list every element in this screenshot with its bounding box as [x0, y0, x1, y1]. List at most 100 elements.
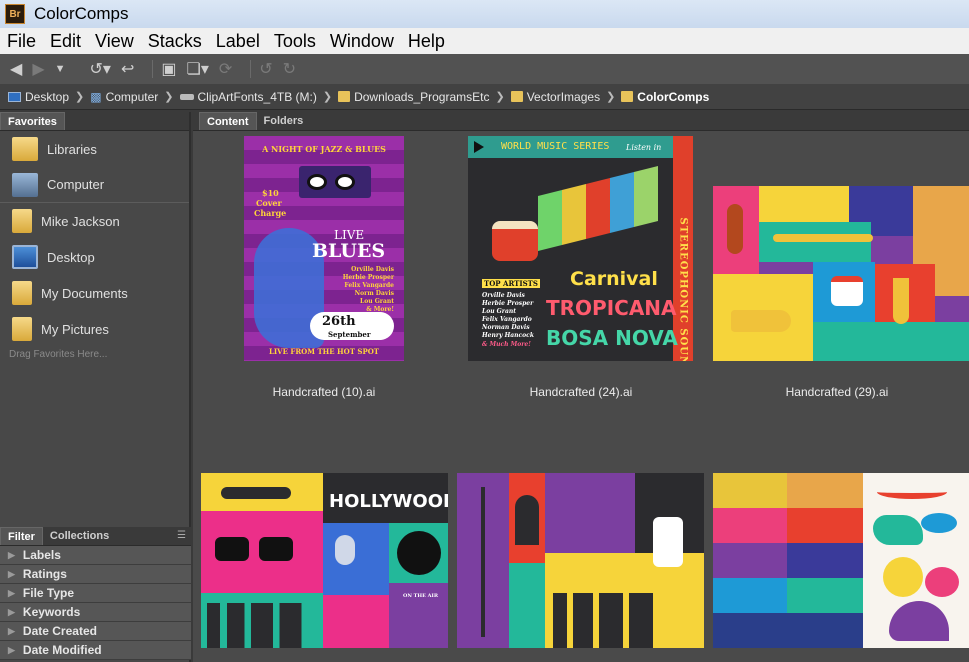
- pattern-block: [787, 578, 863, 613]
- thumbnail-caption: Handcrafted (24).ai: [529, 385, 633, 399]
- collage-block: [759, 186, 849, 222]
- thumbnail-handcrafted-24[interactable]: WORLD MUSIC SERIES Listen in STEREOPHONI…: [468, 136, 693, 361]
- expand-triangle-icon: ▶: [8, 549, 15, 560]
- filter-keywords[interactable]: ▶ Keywords: [0, 603, 191, 622]
- tab-filter[interactable]: Filter: [0, 527, 43, 545]
- breadcrumb-colorcomps[interactable]: ColorComps: [621, 90, 709, 104]
- get-photos-camera-icon[interactable]: ▣: [161, 59, 176, 79]
- filter-date-modified[interactable]: ▶ Date Modified: [0, 641, 191, 660]
- favorite-desktop[interactable]: Desktop: [0, 239, 189, 275]
- open-in-camera-raw-icon[interactable]: ⟳: [219, 59, 232, 79]
- cover-label: Cover: [256, 198, 282, 208]
- menu-help[interactable]: Help: [408, 31, 445, 52]
- pattern-block: [713, 578, 787, 613]
- favorites-tab-row: Favorites: [0, 112, 189, 131]
- panel-menu-icon[interactable]: ☰: [177, 530, 186, 541]
- reveal-recent-icon[interactable]: ↺▾: [90, 59, 111, 79]
- menu-edit[interactable]: Edit: [50, 31, 81, 52]
- menu-window[interactable]: Window: [330, 31, 394, 52]
- breadcrumb-arrow-icon[interactable]: ❯: [495, 90, 504, 103]
- expand-triangle-icon: ▶: [8, 644, 15, 655]
- saxophone-graphic: [893, 278, 909, 324]
- breadcrumb-vectorimages[interactable]: VectorImages: [510, 90, 600, 104]
- window-title: ColorComps: [34, 4, 129, 23]
- favorite-my-documents[interactable]: My Documents: [0, 275, 189, 311]
- poster-headline: A NIGHT OF JAZZ & BLUES: [262, 144, 386, 154]
- breadcrumb-downloads[interactable]: Downloads_ProgramsEtc: [338, 90, 489, 104]
- breadcrumb-arrow-icon[interactable]: ❯: [606, 90, 615, 103]
- breadcrumb-label: Desktop: [25, 89, 70, 104]
- favorite-label: Computer: [47, 177, 105, 192]
- computer-icon: ▩: [90, 89, 102, 104]
- artist-1: Orville Davis: [351, 266, 394, 273]
- pattern-block: [713, 508, 787, 543]
- filter-label: Date Created: [22, 624, 97, 638]
- filter-ratings[interactable]: ▶ Ratings: [0, 565, 191, 584]
- poster-blues: BLUES: [312, 240, 386, 262]
- menu-stacks[interactable]: Stacks: [148, 31, 202, 52]
- menu-label[interactable]: Label: [216, 31, 260, 52]
- filter-label: Labels: [22, 548, 61, 562]
- filter-labels[interactable]: ▶ Labels: [0, 546, 191, 565]
- boomerang-icon[interactable]: ↩: [121, 59, 134, 79]
- artist-5: Lou Grant: [360, 298, 394, 305]
- favorite-label: My Pictures: [41, 321, 109, 337]
- breadcrumb-drive[interactable]: ClipArtFonts_4TB (M:): [179, 89, 317, 104]
- menu-view[interactable]: View: [95, 31, 134, 52]
- collage-block: [813, 322, 969, 361]
- menu-file[interactable]: File: [7, 31, 36, 52]
- breadcrumb-arrow-icon[interactable]: ❯: [323, 90, 332, 103]
- cover-price: $10: [262, 188, 279, 198]
- pattern-block: [713, 473, 787, 508]
- top-artists-heading: TOP ARTISTS: [482, 279, 540, 288]
- favorite-mike-jackson[interactable]: Mike Jackson: [0, 203, 189, 239]
- refine-icon[interactable]: ❏▾: [186, 59, 208, 79]
- filter-file-type[interactable]: ▶ File Type: [0, 584, 191, 603]
- rotate-right-icon[interactable]: ↻: [283, 59, 296, 79]
- menu-tools[interactable]: Tools: [274, 31, 316, 52]
- favorite-label: Mike Jackson: [41, 213, 120, 229]
- thumbnail-handcrafted-10[interactable]: A NIGHT OF JAZZ & BLUES $10 Cover Charge…: [244, 136, 404, 361]
- thumbnail-handcrafted-29[interactable]: [713, 186, 969, 361]
- forward-arrow-icon[interactable]: ▶: [32, 59, 44, 79]
- libraries-icon: [12, 137, 38, 161]
- pictures-icon: [12, 317, 32, 341]
- toolbar-separator: [250, 60, 252, 78]
- breadcrumb-label: ClipArtFonts_4TB (M:): [197, 89, 317, 104]
- favorite-libraries[interactable]: Libraries: [0, 131, 189, 167]
- breadcrumb-arrow-icon[interactable]: ❯: [164, 90, 173, 103]
- breadcrumb-computer[interactable]: ▩ Computer: [90, 90, 158, 104]
- filter-date-created[interactable]: ▶ Date Created: [0, 622, 191, 641]
- play-triangle-icon: [474, 141, 484, 153]
- favorite-my-pictures[interactable]: My Pictures: [0, 311, 189, 347]
- expand-triangle-icon: ▶: [8, 625, 15, 636]
- favorite-computer[interactable]: Computer: [0, 167, 189, 203]
- recent-chevron-down-icon[interactable]: ▼: [55, 63, 66, 75]
- toolbar-separator: [152, 60, 154, 78]
- pattern-block: [787, 543, 863, 578]
- tab-favorites[interactable]: Favorites: [0, 112, 65, 130]
- artist-5: Norman Davis: [482, 324, 530, 331]
- filter-label: Keywords: [22, 605, 81, 619]
- breadcrumb-desktop[interactable]: Desktop: [8, 90, 69, 104]
- abstract-shape: [921, 513, 957, 533]
- drive-icon: [179, 93, 194, 100]
- tab-folders[interactable]: Folders: [257, 112, 311, 130]
- pattern-block: [713, 543, 787, 578]
- collage-block: [509, 563, 545, 648]
- artist-2: Herbie Prosper: [482, 300, 534, 307]
- thumbnail-grid: A NIGHT OF JAZZ & BLUES $10 Cover Charge…: [193, 131, 969, 662]
- thumbnail-caption: Handcrafted (10).ai: [272, 385, 376, 399]
- drum-graphic: [492, 221, 538, 261]
- back-arrow-icon[interactable]: ◀: [10, 59, 22, 79]
- thumbnail-hollywood[interactable]: HOLLYWOOD ON THE AIR: [201, 473, 448, 648]
- thumbnail-city-night[interactable]: [457, 473, 704, 648]
- tab-content[interactable]: Content: [199, 112, 257, 130]
- vinyl-record-graphic: [397, 531, 441, 575]
- rotate-left-icon[interactable]: ↺: [259, 59, 272, 79]
- breadcrumb-arrow-icon[interactable]: ❯: [75, 90, 84, 103]
- artist-1: Orville Davis: [482, 292, 525, 299]
- tab-collections[interactable]: Collections: [43, 527, 116, 545]
- thumbnail-pattern-collage[interactable]: [713, 473, 969, 648]
- breadcrumb-label: Downloads_ProgramsEtc: [354, 89, 490, 104]
